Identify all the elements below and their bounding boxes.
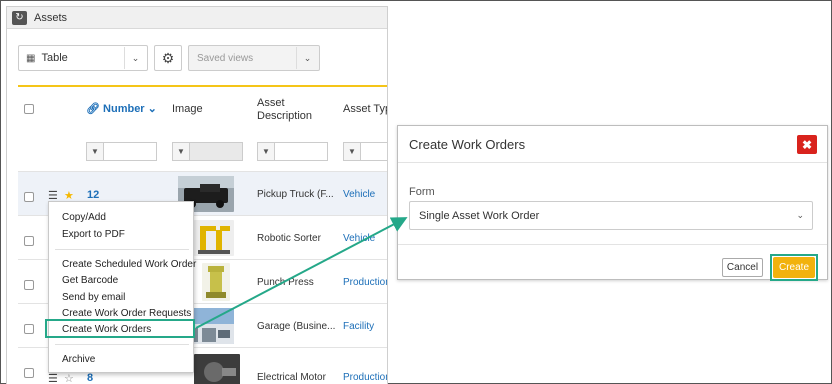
row-checkbox[interactable] [24, 280, 34, 290]
filter-icon[interactable]: ▼ [343, 142, 361, 161]
row-menu-icon[interactable]: ☰ [48, 372, 58, 384]
create-work-orders-dialog: Create Work Orders ✖ Form Single Asset W… [397, 125, 828, 281]
toolbar: ▦ Table ⌄ ⚙ Saved views ⌄ [18, 45, 320, 71]
row-number[interactable]: 8 [87, 372, 93, 384]
refresh-icon[interactable]: ↻ [12, 10, 27, 25]
star-icon[interactable]: ☆ [64, 372, 74, 384]
chevron-down-icon: ⌄ [124, 47, 146, 69]
create-button[interactable]: Create [773, 257, 815, 278]
menu-item-create-scheduled-work-order[interactable]: Create Scheduled Work Order [62, 259, 196, 270]
highlight-create-work-orders [45, 319, 195, 338]
form-label: Form [409, 186, 435, 198]
row-context-menu: Copy/Add Export to PDF Create Scheduled … [48, 201, 196, 373]
filter-description-input[interactable] [275, 142, 328, 161]
filter-icon[interactable]: ▼ [86, 142, 104, 161]
filter-number-input[interactable] [104, 142, 157, 161]
column-header-asset-type[interactable]: Asset Typ [343, 103, 387, 116]
row-type[interactable]: Production [343, 372, 387, 383]
chevron-down-icon: ⌄ [296, 47, 318, 69]
row-number[interactable]: 12 [87, 189, 99, 201]
menu-divider [55, 249, 189, 250]
menu-item-export-pdf[interactable]: Export to PDF [62, 229, 125, 240]
close-icon: ✖ [801, 137, 813, 152]
filter-icon[interactable]: ▼ [257, 142, 275, 161]
chevron-down-icon: ⌄ [147, 103, 157, 115]
column-header-image[interactable]: Image [172, 103, 203, 116]
filter-icon[interactable]: ▼ [172, 142, 190, 161]
form-select-value: Single Asset Work Order [419, 209, 540, 222]
row-description: Punch Press [257, 277, 314, 288]
row-type[interactable]: Facility [343, 321, 374, 332]
row-checkbox[interactable] [24, 324, 34, 334]
panel-title: Assets [34, 11, 68, 24]
row-checkbox[interactable] [24, 236, 34, 246]
motor-image [194, 354, 240, 384]
form-select[interactable]: Single Asset Work Order ⌄ [409, 201, 813, 230]
filter-image-input [190, 142, 243, 161]
row-type[interactable]: Production [343, 277, 387, 288]
menu-item-create-work-order-requests[interactable]: Create Work Order Requests [62, 308, 191, 319]
row-description: Robotic Sorter [257, 233, 321, 244]
row-type[interactable]: Vehicle [343, 189, 375, 200]
dialog-footer-divider [398, 244, 827, 245]
link-icon: 🔗︎ [86, 103, 100, 115]
cancel-button[interactable]: Cancel [722, 258, 763, 277]
saved-views-select[interactable]: Saved views ⌄ [188, 45, 320, 71]
row-type[interactable]: Vehicle [343, 233, 375, 244]
dialog-header: Create Work Orders [398, 126, 827, 163]
asset-thumbnail [194, 354, 240, 384]
gear-icon: ⚙ [161, 49, 175, 66]
select-all-checkbox[interactable] [24, 104, 34, 114]
column-header-asset-description[interactable]: Asset Description [257, 97, 327, 123]
settings-button[interactable]: ⚙ [154, 45, 182, 71]
filter-number: ▼ [86, 142, 157, 161]
filter-image: ▼ [172, 142, 243, 161]
menu-item-archive[interactable]: Archive [62, 354, 95, 365]
column-number-label: Number [103, 103, 145, 115]
saved-views-label: Saved views [197, 52, 254, 64]
robot-image [194, 220, 234, 256]
column-header-number[interactable]: 🔗︎ Number ⌄ [86, 103, 157, 116]
row-description: Electrical Motor [257, 372, 326, 383]
menu-item-copy-add[interactable]: Copy/Add [62, 212, 106, 223]
filter-type-input[interactable] [361, 142, 387, 161]
chevron-down-icon: ⌄ [796, 210, 804, 220]
menu-item-send-email[interactable]: Send by email [62, 292, 125, 303]
panel-header: ↻ Assets [7, 7, 387, 29]
row-checkbox[interactable] [24, 192, 34, 202]
punch-press-image [202, 263, 230, 301]
close-button[interactable]: ✖ [797, 135, 817, 154]
menu-divider [55, 344, 189, 345]
asset-thumbnail [202, 263, 230, 301]
view-select[interactable]: ▦ Table ⌄ [18, 45, 148, 71]
grid-icon: ▦ [26, 52, 36, 64]
menu-item-get-barcode[interactable]: Get Barcode [62, 275, 118, 286]
asset-thumbnail [194, 220, 234, 256]
dialog-title: Create Work Orders [409, 136, 526, 152]
toolbar-accent-line [18, 85, 387, 87]
filter-description: ▼ [257, 142, 328, 161]
view-select-label: Table [41, 52, 68, 64]
row-description: Pickup Truck (F... [257, 189, 334, 200]
row-description: Garage (Busine... [257, 321, 336, 332]
row-checkbox[interactable] [24, 368, 34, 378]
filter-type: ▼ [343, 142, 387, 161]
